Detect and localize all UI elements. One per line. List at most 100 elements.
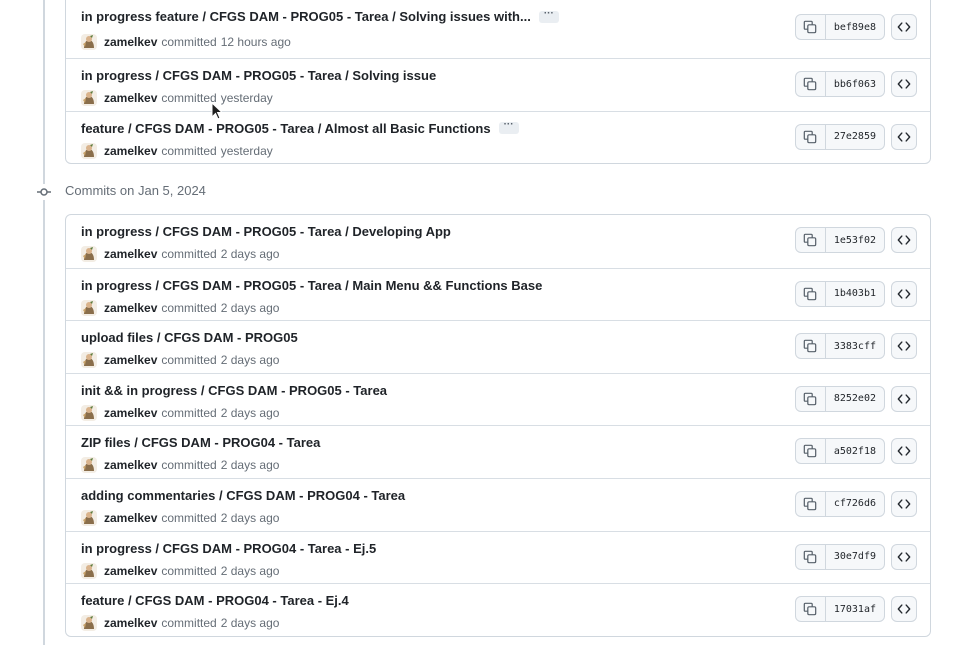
copy-sha-button[interactable] [796, 386, 826, 411]
browse-repo-button[interactable] [891, 227, 917, 253]
browse-repo-button[interactable] [891, 71, 917, 97]
copy-sha-button[interactable] [796, 15, 826, 39]
timeline-line [43, 0, 45, 645]
copy-sha-button[interactable] [796, 491, 826, 516]
commit-author-link[interactable]: zamelkev [104, 458, 157, 472]
committed-label: committed [161, 300, 217, 315]
commit-time: 12 hours ago [220, 35, 291, 49]
browse-repo-button[interactable] [891, 596, 917, 623]
copy-icon [803, 287, 817, 301]
commit-sha-link[interactable]: cf726d6 [826, 492, 884, 516]
copy-sha-button[interactable] [796, 544, 826, 569]
code-icon [897, 550, 911, 564]
commit-author-link[interactable]: zamelkev [104, 564, 157, 578]
commit-sha-link[interactable]: 30e7df9 [826, 545, 884, 569]
commit-sha-link[interactable]: bb6f063 [826, 72, 884, 96]
avatar[interactable] [81, 615, 97, 632]
copy-sha-button[interactable] [796, 228, 826, 252]
commit-message-link[interactable]: upload files / CFGS DAM - PROG05 [81, 330, 298, 345]
commit-message-link[interactable]: adding commentaries / CFGS DAM - PROG04 … [81, 488, 405, 503]
commit-sha-link[interactable]: 17031af [826, 597, 884, 621]
browse-repo-button[interactable] [891, 123, 917, 150]
commit-message-link[interactable]: in progress / CFGS DAM - PROG05 - Tarea … [81, 224, 451, 239]
commit-author-link[interactable]: zamelkev [104, 247, 157, 261]
commit-sha-link[interactable]: 8252e02 [826, 387, 884, 411]
avatar[interactable] [81, 562, 97, 579]
commit-sha-link[interactable]: 1b403b1 [826, 282, 884, 306]
copy-sha-button[interactable] [796, 124, 826, 149]
commit-author-link[interactable]: zamelkev [104, 353, 157, 367]
commit-row: in progress / CFGS DAM - PROG05 - Tarea … [66, 58, 930, 111]
browse-repo-button[interactable] [891, 14, 917, 40]
show-description-button[interactable]: ··· [498, 120, 519, 135]
avatar[interactable] [81, 299, 97, 316]
copy-icon [803, 233, 817, 247]
commit-message-link[interactable]: in progress / CFGS DAM - PROG05 - Tarea … [81, 278, 542, 293]
commit-message-link[interactable]: in progress / CFGS DAM - PROG04 - Tarea … [81, 541, 376, 556]
copy-icon [803, 602, 817, 616]
committed-label: committed [161, 353, 217, 368]
committed-label: committed [161, 91, 217, 105]
code-icon [897, 392, 911, 406]
commit-row: in progress / CFGS DAM - PROG05 - Tarea … [66, 267, 930, 321]
copy-icon [803, 77, 817, 91]
commit-sha-group: cf726d6 [794, 490, 885, 517]
commit-sha-link[interactable]: 27e2859 [826, 125, 884, 149]
commit-row: in progress / CFGS DAM - PROG05 - Tarea … [66, 215, 930, 268]
code-icon [897, 77, 911, 91]
avatar[interactable] [81, 352, 97, 369]
browse-repo-button[interactable] [891, 543, 917, 570]
commit-message-link[interactable]: feature / CFGS DAM - PROG05 - Tarea / Al… [81, 121, 491, 136]
commit-author-link[interactable]: zamelkev [104, 406, 157, 420]
commit-time: 2 days ago [220, 405, 280, 420]
copy-icon [803, 497, 817, 511]
browse-repo-button[interactable] [891, 333, 917, 360]
commit-time: 2 days ago [220, 563, 280, 578]
copy-icon [803, 444, 817, 458]
avatar[interactable] [81, 246, 97, 262]
commit-sha-group: 17031af [794, 596, 885, 623]
avatar[interactable] [81, 457, 97, 474]
commit-message-link[interactable]: ZIP files / CFGS DAM - PROG04 - Tarea [81, 435, 320, 450]
browse-repo-button[interactable] [891, 490, 917, 517]
commit-message-link[interactable]: in progress feature / CFGS DAM - PROG05 … [81, 9, 531, 24]
commit-sha-link[interactable]: 1e53f02 [826, 228, 884, 252]
commit-sha-link[interactable]: bef89e8 [826, 15, 884, 39]
commit-sha-link[interactable]: 3383cff [826, 334, 884, 358]
commit-author-link[interactable]: zamelkev [104, 91, 157, 105]
copy-sha-button[interactable] [796, 597, 826, 622]
commit-time: 2 days ago [220, 510, 280, 525]
copy-sha-button[interactable] [796, 334, 826, 359]
commit-message-link[interactable]: in progress / CFGS DAM - PROG05 - Tarea … [81, 68, 436, 83]
copy-icon [803, 130, 817, 144]
commit-time: 2 days ago [220, 458, 280, 473]
commit-sha-link[interactable]: a502f18 [826, 439, 884, 463]
commit-author-link[interactable]: zamelkev [104, 511, 157, 525]
copy-sha-button[interactable] [796, 281, 826, 306]
avatar[interactable] [81, 404, 97, 421]
committed-label: committed [161, 458, 217, 473]
browse-repo-button[interactable] [891, 438, 917, 465]
copy-sha-button[interactable] [796, 439, 826, 464]
commit-sha-group: 30e7df9 [794, 543, 885, 570]
commit-message-link[interactable]: feature / CFGS DAM - PROG04 - Tarea - Ej… [81, 593, 349, 608]
commit-author-link[interactable]: zamelkev [104, 35, 157, 49]
code-icon [897, 287, 911, 301]
show-description-button[interactable]: ··· [538, 8, 559, 23]
avatar[interactable] [81, 509, 97, 526]
commit-author-link[interactable]: zamelkev [104, 144, 157, 158]
code-icon [897, 20, 911, 34]
commit-author-link[interactable]: zamelkev [104, 616, 157, 630]
commit-row: in progress / CFGS DAM - PROG04 - Tarea … [66, 530, 930, 584]
committed-label: committed [161, 510, 217, 525]
avatar[interactable] [81, 34, 97, 50]
avatar[interactable] [81, 90, 97, 106]
browse-repo-button[interactable] [891, 280, 917, 307]
commit-sha-group: a502f18 [794, 438, 885, 465]
browse-repo-button[interactable] [891, 385, 917, 412]
commit-author-link[interactable]: zamelkev [104, 301, 157, 315]
avatar[interactable] [81, 142, 97, 159]
commit-message-link[interactable]: init && in progress / CFGS DAM - PROG05 … [81, 383, 387, 398]
copy-sha-button[interactable] [796, 72, 826, 96]
copy-icon [803, 550, 817, 564]
